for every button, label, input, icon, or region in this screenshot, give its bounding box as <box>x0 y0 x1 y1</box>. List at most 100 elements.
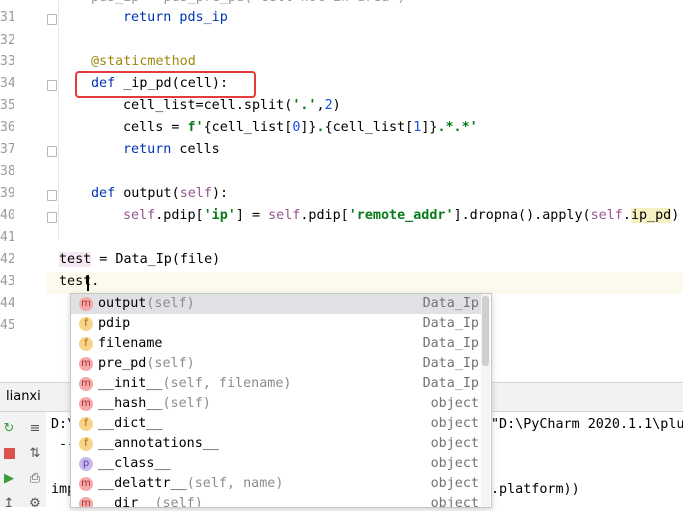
settings-icon[interactable]: ⚙ <box>26 495 44 511</box>
completion-item[interactable]: f pdip Data_Ip <box>71 314 481 334</box>
scrollbar-thumb[interactable] <box>482 296 489 366</box>
line-number: 39 <box>0 186 14 201</box>
self-keyword: self <box>268 208 301 223</box>
string-literal: 'ip' <box>203 208 236 223</box>
stop-icon[interactable] <box>0 445 18 461</box>
completion-item[interactable]: m __init__(self, filename) Data_Ip <box>71 374 481 394</box>
soft-wrap-icon[interactable]: ⇅ <box>26 445 44 461</box>
line-number: 38 <box>0 164 14 179</box>
pin-icon[interactable]: ↥ <box>0 495 18 511</box>
code-completion-popup[interactable]: m output(self) Data_Ip f pdip Data_Ip f filenam… <box>70 293 492 508</box>
completion-item[interactable]: m __hash__(self) object <box>71 394 481 414</box>
completion-item[interactable]: p __class__ object <box>71 454 481 474</box>
field-icon: f <box>79 417 93 431</box>
completion-item[interactable]: f filename Data_Ip <box>71 334 481 354</box>
completion-item-label: __hash__ <box>98 396 163 411</box>
line-number: 44 <box>0 296 14 311</box>
line-number: 37 <box>0 142 14 157</box>
code-token: cells = <box>123 120 188 135</box>
method-icon: m <box>79 377 93 391</box>
console-output: "D:\PyCharm 2020.1.1\plu <box>491 417 683 432</box>
line-number: 33 <box>0 54 14 69</box>
field-icon: f <box>79 437 93 451</box>
run-tab-lianxi[interactable]: lianxi <box>6 389 41 404</box>
completion-item[interactable]: m output(self) Data_Ip <box>71 294 481 314</box>
print-icon[interactable]: ⎙ <box>26 470 44 486</box>
code-token: = Data_Ip(file) <box>91 252 221 267</box>
string-literal: 'remote_addr' <box>348 208 454 223</box>
current-line-highlight <box>46 272 683 294</box>
highlighted-variable: test <box>59 252 92 267</box>
code-line-42: test = Data_Ip(file) <box>59 250 220 270</box>
line-number: 36 <box>0 120 14 135</box>
code-line-40: self.pdip['ip'] = self.pdip['remote_addr… <box>123 206 679 226</box>
code-token: {cell_list[ <box>324 120 414 135</box>
completion-item-name: filename <box>98 334 163 354</box>
completion-item-params: (self, filename) <box>162 376 292 391</box>
fold-marker-icon[interactable] <box>47 146 57 157</box>
completion-item[interactable]: m pre_pd(self) Data_Ip <box>71 354 481 374</box>
code-line-43: test. <box>59 274 100 289</box>
completion-item-params: (self) <box>154 496 203 508</box>
completion-item-label: __delattr__ <box>98 476 187 491</box>
completion-item-name: __class__ <box>98 454 171 474</box>
property-icon: p <box>79 457 93 471</box>
completion-item[interactable]: m __delattr__(self, name) object <box>71 474 481 494</box>
fold-marker-icon[interactable] <box>47 14 57 25</box>
completion-item-label: pdip <box>98 316 131 331</box>
rerun-icon[interactable]: ↻ <box>0 420 18 436</box>
code-line-35: cell_list=cell.split('.',2) <box>123 96 341 116</box>
method-icon: m <box>79 397 93 411</box>
self-keyword: self <box>123 208 156 223</box>
fold-marker-icon[interactable] <box>47 212 57 223</box>
completion-item-type: object <box>430 416 479 431</box>
code-line-39: def output(self): <box>91 184 228 204</box>
completion-item-name: __delattr__(self, name) <box>98 474 283 494</box>
completion-item-name: __dict__ <box>98 414 163 434</box>
line-number: 42 <box>0 252 14 267</box>
code-token: cells <box>171 142 220 157</box>
run-toolbar: ↻ ≡ ⇅ ▶ ⎙ ↥ ⚙ <box>0 412 46 511</box>
run-icon[interactable]: ▶ <box>0 470 18 486</box>
line-number: 32 <box>0 33 14 48</box>
method-icon: m <box>79 497 93 507</box>
completion-item-label: output <box>98 296 147 311</box>
completion-item-type: Data_Ip <box>422 356 479 371</box>
return-keyword: return <box>123 142 172 157</box>
code-token: ]} <box>421 120 438 135</box>
completion-item-type: object <box>430 456 479 471</box>
completion-item-label: __init__ <box>98 376 163 391</box>
method-icon: m <box>79 357 93 371</box>
text-cursor <box>87 275 89 291</box>
fold-marker-icon[interactable] <box>47 190 57 201</box>
completion-item-params: (self) <box>146 296 195 311</box>
completion-item[interactable]: f __dict__ object <box>71 414 481 434</box>
string-literal: .*.*' <box>437 120 478 135</box>
completion-item-type: Data_Ip <box>422 336 479 351</box>
code-line-partial: pds_ip = pds_pre_pd( cell not in area ) <box>91 0 405 8</box>
fold-marker-icon[interactable] <box>47 80 57 91</box>
method-icon: m <box>79 477 93 491</box>
completion-item-name: pre_pd(self) <box>98 354 195 374</box>
code-token: output( <box>115 186 180 201</box>
completion-item[interactable]: f __annotations__ object <box>71 434 481 454</box>
console-output: .platform)) <box>491 482 580 497</box>
completion-item-name: __annotations__ <box>98 434 219 454</box>
completion-item-type: Data_Ip <box>422 376 479 391</box>
highlight-box <box>75 71 256 98</box>
line-number: 35 <box>0 98 14 113</box>
code-line-36: cells = f'{cell_list[0]}.{cell_list[1]}.… <box>123 118 478 138</box>
code-line-31: return pds_ip <box>123 8 228 28</box>
completion-item-type: object <box>430 396 479 411</box>
return-keyword: return pds_ip <box>123 10 228 25</box>
code-line-33: @staticmethod <box>91 54 196 69</box>
completion-item-label: __annotations__ <box>98 436 219 451</box>
completion-scrollbar[interactable] <box>481 294 490 507</box>
self-keyword: self <box>179 186 212 201</box>
scroll-to-end-icon[interactable]: ≡ <box>26 420 44 436</box>
completion-item-params: (self) <box>146 356 195 371</box>
completion-item-label: filename <box>98 336 163 351</box>
def-keyword: def <box>91 186 116 201</box>
completion-item-name: __hash__(self) <box>98 394 211 414</box>
code-token: , <box>316 98 325 113</box>
